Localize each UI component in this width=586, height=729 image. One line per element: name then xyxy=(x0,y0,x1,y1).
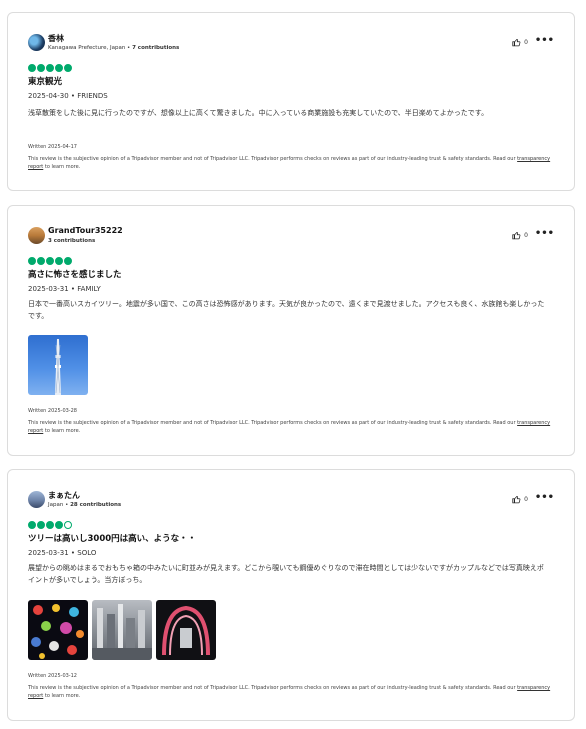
rating-bubble xyxy=(55,257,63,265)
review-photo[interactable] xyxy=(92,600,152,660)
user-location: Japan xyxy=(48,502,64,508)
rating-bubble xyxy=(37,257,45,265)
trip-type: SOLO xyxy=(77,549,97,557)
rating-bubble-empty xyxy=(64,521,72,529)
review-card: まぁたん Japan • 28 contributions 0 ••• ツリーは… xyxy=(7,469,575,721)
rating-bubble xyxy=(37,64,45,72)
written-date: Written 2025-04-17 xyxy=(28,144,77,150)
review-date: 2025-03-31 xyxy=(28,549,69,557)
review-date: 2025-03-31 xyxy=(28,285,69,293)
trip-type: FAMILY xyxy=(77,285,101,293)
more-options-icon[interactable]: ••• xyxy=(535,228,554,239)
review-header: GrandTour35222 3 contributions 0 ••• xyxy=(28,226,554,250)
review-text: 日本で一番高いスカイツリー。地震が多い国で、この高さは恐怖感があります。天気が良… xyxy=(28,300,545,320)
helpful-count: 0 xyxy=(524,39,528,46)
review-disclaimer: This review is the subjective opinion of… xyxy=(28,419,553,435)
thumbs-up-icon xyxy=(512,496,521,504)
avatar[interactable] xyxy=(28,34,45,51)
disclaimer-text-end: to learn more. xyxy=(43,428,81,434)
thumbs-up-icon xyxy=(512,39,521,47)
review-header: 香林 Kanagawa Prefecture, Japan • 7 contri… xyxy=(28,33,554,57)
disclaimer-text: This review is the subjective opinion of… xyxy=(28,685,518,691)
review-date-line: 2025-03-31 • FAMILY xyxy=(28,285,101,293)
review-disclaimer: This review is the subjective opinion of… xyxy=(28,155,553,171)
review-photo[interactable] xyxy=(28,600,88,660)
disclaimer-text-end: to learn more. xyxy=(43,164,81,170)
user-meta: 3 contributions xyxy=(48,238,95,244)
helpful-count: 0 xyxy=(524,232,528,239)
rating-bubble xyxy=(28,64,36,72)
review-text: 浅草散策をした後に見に行ったのですが、想像以上に高くて驚きました。中に入っている… xyxy=(28,109,489,117)
review-title[interactable]: 高さに怖さを感じました xyxy=(28,268,122,280)
review-disclaimer: This review is the subjective opinion of… xyxy=(28,684,553,700)
review-card: 香林 Kanagawa Prefecture, Japan • 7 contri… xyxy=(7,12,575,191)
rating-bubbles xyxy=(28,257,72,265)
review-text: 展望からの眺めはまるでおもちゃ箱の中みたいに町並みが見えます。どこから覗いても鋼… xyxy=(28,564,544,584)
username[interactable]: まぁたん xyxy=(48,490,80,501)
review-photo[interactable] xyxy=(156,600,216,660)
helpful-button[interactable]: 0 xyxy=(512,495,528,504)
user-contributions: 3 contributions xyxy=(48,238,96,244)
rating-bubble xyxy=(37,521,45,529)
rating-bubble xyxy=(55,521,63,529)
review-title[interactable]: ツリーは高いし3000円は高い、ような・・ xyxy=(28,532,196,544)
more-options-icon[interactable]: ••• xyxy=(535,492,554,503)
review-title[interactable]: 東京観光 xyxy=(28,75,62,87)
disclaimer-text: This review is the subjective opinion of… xyxy=(28,156,518,162)
review-photo[interactable] xyxy=(28,335,88,395)
username[interactable]: GrandTour35222 xyxy=(48,226,123,235)
review-date: 2025-04-30 xyxy=(28,92,69,100)
disclaimer-text: This review is the subjective opinion of… xyxy=(28,420,518,426)
avatar[interactable] xyxy=(28,227,45,244)
trip-type: FRIENDS xyxy=(77,92,108,100)
rating-bubble xyxy=(46,257,54,265)
rating-bubble xyxy=(28,521,36,529)
more-options-icon[interactable]: ••• xyxy=(535,35,554,46)
rating-bubbles xyxy=(28,521,72,529)
review-date-line: 2025-04-30 • FRIENDS xyxy=(28,92,108,100)
review-card: GrandTour35222 3 contributions 0 ••• 高さに… xyxy=(7,205,575,456)
user-contributions: 7 contributions xyxy=(132,45,180,51)
written-date: Written 2025-03-12 xyxy=(28,673,77,679)
helpful-count: 0 xyxy=(524,496,528,503)
rating-bubble xyxy=(64,64,72,72)
user-meta: Kanagawa Prefecture, Japan • 7 contribut… xyxy=(48,45,180,51)
review-date-line: 2025-03-31 • SOLO xyxy=(28,549,97,557)
helpful-button[interactable]: 0 xyxy=(512,38,528,47)
thumbs-up-icon xyxy=(512,232,521,240)
rating-bubble xyxy=(55,64,63,72)
disclaimer-text-end: to learn more. xyxy=(43,693,81,699)
user-meta: Japan • 28 contributions xyxy=(48,502,122,508)
review-header: まぁたん Japan • 28 contributions 0 ••• xyxy=(28,490,554,514)
written-date: Written 2025-03-28 xyxy=(28,408,77,414)
username[interactable]: 香林 xyxy=(48,33,64,44)
rating-bubble xyxy=(46,521,54,529)
avatar[interactable] xyxy=(28,491,45,508)
user-location: Kanagawa Prefecture, Japan xyxy=(48,45,126,51)
user-contributions: 28 contributions xyxy=(70,502,122,508)
rating-bubbles xyxy=(28,64,72,72)
rating-bubble xyxy=(28,257,36,265)
rating-bubble xyxy=(46,64,54,72)
rating-bubble xyxy=(64,257,72,265)
helpful-button[interactable]: 0 xyxy=(512,231,528,240)
